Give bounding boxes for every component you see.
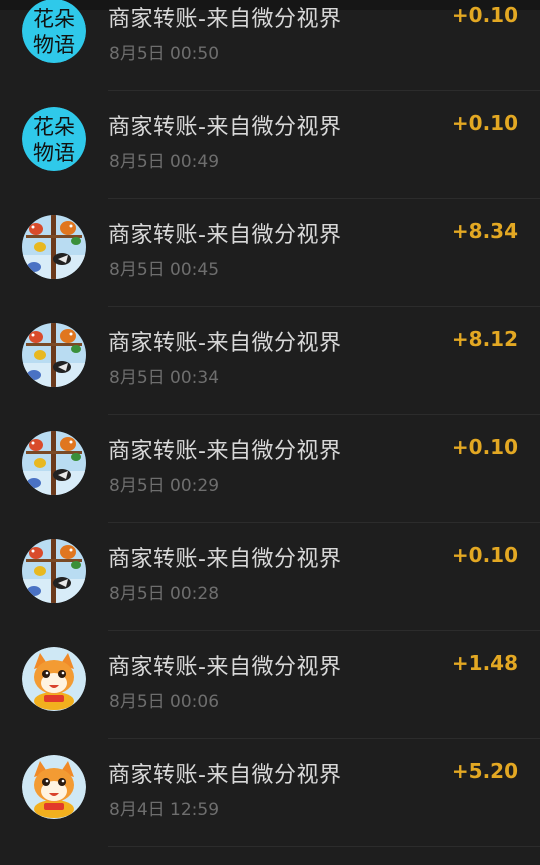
transaction-item[interactable]: 商家转账-来自微分视界 8月5日 00:06 +1.48	[0, 631, 540, 739]
transaction-amount: +8.12	[451, 327, 518, 351]
transaction-title: 商家转账-来自微分视界	[108, 655, 342, 680]
svg-text:花朵: 花朵	[33, 7, 75, 31]
transaction-time: 8月5日 00:28	[109, 584, 220, 604]
birds-avatar-icon	[22, 431, 86, 495]
birds-avatar-icon	[22, 215, 86, 279]
cat-avatar-icon	[22, 647, 86, 711]
transaction-time: 8月5日 00:29	[109, 476, 220, 496]
transaction-item[interactable]: 花朵 物语 商家转账-来自微分视界 8月5日 00:49 +0.10	[0, 91, 540, 199]
svg-text:物语: 物语	[33, 141, 75, 165]
transaction-title: 商家转账-来自微分视界	[108, 7, 342, 32]
transaction-item[interactable]: 商家转账-来自微分视界 8月4日 12:59 +5.20	[0, 739, 540, 847]
transaction-amount: +5.20	[451, 759, 518, 783]
transaction-item[interactable]: 商家转账-来自微分视界 8月5日 00:28 +0.10	[0, 523, 540, 631]
transaction-time: 8月5日 00:50	[109, 44, 220, 64]
transaction-amount: +0.10	[451, 543, 518, 567]
transaction-title: 商家转账-来自微分视界	[108, 331, 342, 356]
svg-text:物语: 物语	[33, 33, 75, 57]
birds-avatar-icon	[22, 323, 86, 387]
transaction-time: 8月5日 00:45	[109, 260, 220, 280]
transaction-amount: +1.48	[451, 651, 518, 675]
transaction-time: 8月5日 00:34	[109, 368, 220, 388]
transaction-amount: +0.10	[451, 435, 518, 459]
transaction-amount: +8.34	[451, 219, 518, 243]
flower-text-avatar-icon: 花朵 物语	[22, 0, 86, 63]
transaction-item[interactable]: 花朵 物语 商家转账-来自微分视界 8月5日 00:50 +0.10	[0, 0, 540, 91]
transaction-item[interactable]: 商家转账-来自微分视界 8月5日 00:45 +8.34	[0, 199, 540, 307]
transaction-title: 商家转账-来自微分视界	[108, 223, 342, 248]
transaction-amount: +0.10	[451, 111, 518, 135]
birds-avatar-icon	[22, 539, 86, 603]
transaction-title: 商家转账-来自微分视界	[108, 115, 342, 140]
transaction-item[interactable]: 商家转账-来自微分视界 8月5日 00:34 +8.12	[0, 307, 540, 415]
svg-text:花朵: 花朵	[33, 115, 75, 139]
transaction-title: 商家转账-来自微分视界	[108, 439, 342, 464]
transaction-time: 8月4日 12:59	[109, 800, 220, 820]
transaction-title: 商家转账-来自微分视界	[108, 547, 342, 572]
transaction-title: 商家转账-来自微分视界	[108, 763, 342, 788]
cat-avatar-icon	[22, 755, 86, 819]
row-divider	[108, 846, 540, 847]
transaction-amount: +0.10	[451, 3, 518, 27]
flower-text-avatar-icon: 花朵 物语	[22, 107, 86, 171]
transaction-time: 8月5日 00:06	[109, 692, 220, 712]
transaction-time: 8月5日 00:49	[109, 152, 220, 172]
transaction-item[interactable]: 商家转账-来自微分视界 8月5日 00:29 +0.10	[0, 415, 540, 523]
